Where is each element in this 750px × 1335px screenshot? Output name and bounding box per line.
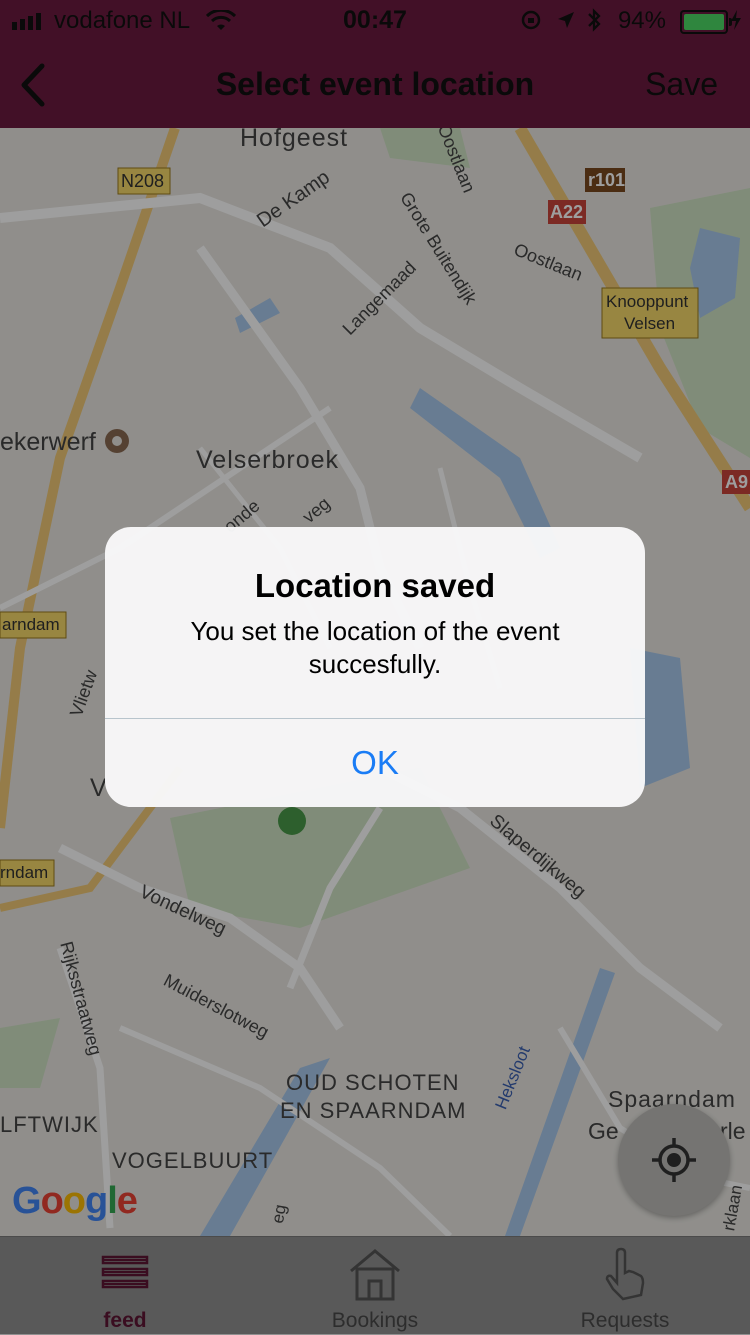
alert-dialog: Location saved You set the location of t…	[105, 527, 645, 807]
alert-title: Location saved	[254, 567, 496, 604]
alert-message: You set the location of the event succes…	[190, 616, 560, 679]
ok-button[interactable]: OK	[105, 719, 645, 807]
